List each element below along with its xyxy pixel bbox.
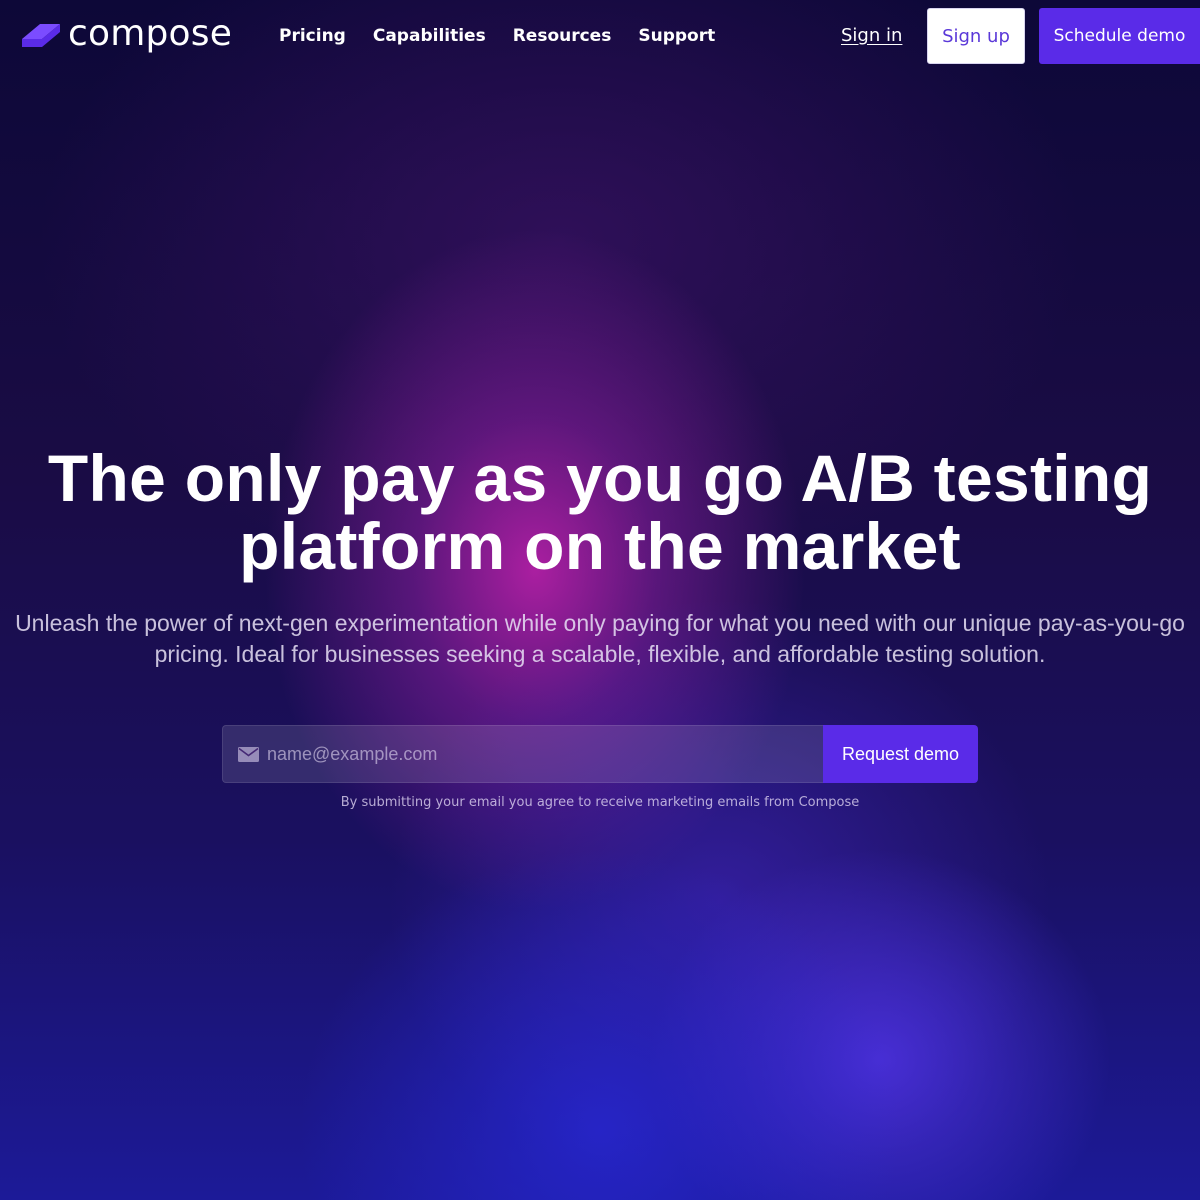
sign-in-link[interactable]: Sign in	[841, 25, 902, 47]
nav-link-resources[interactable]: Resources	[513, 25, 612, 47]
compose-logo-icon	[22, 24, 60, 47]
email-disclaimer: By submitting your email you agree to re…	[340, 795, 860, 810]
hero-subtitle: Unleash the power of next-gen experiment…	[15, 610, 1185, 667]
schedule-demo-button[interactable]: Schedule demo	[1039, 8, 1200, 64]
hero-title: The only pay as you go A/B testing platf…	[0, 444, 1200, 580]
hero-section: The only pay as you go A/B testing platf…	[0, 444, 1200, 670]
demo-request-form: Request demo	[222, 725, 978, 783]
email-input[interactable]	[223, 726, 823, 782]
brand-name: compose	[68, 13, 233, 54]
hero-title-line-2: platform on the market	[239, 509, 961, 583]
envelope-icon	[238, 747, 259, 762]
nav-link-pricing[interactable]: Pricing	[279, 25, 346, 47]
nav-link-capabilities[interactable]: Capabilities	[373, 25, 486, 47]
compose-logo[interactable]: compose	[18, 14, 232, 54]
top-navbar: compose Pricing Capabilities Resources S…	[0, 0, 1200, 72]
sign-up-button[interactable]: Sign up	[927, 8, 1025, 64]
request-demo-button[interactable]: Request demo	[823, 725, 978, 783]
nav-link-support[interactable]: Support	[638, 25, 715, 47]
hero-title-line-1: The only pay as you go A/B testing	[47, 441, 1153, 515]
email-field	[222, 725, 823, 783]
main-nav: Pricing Capabilities Resources Support	[279, 25, 715, 47]
